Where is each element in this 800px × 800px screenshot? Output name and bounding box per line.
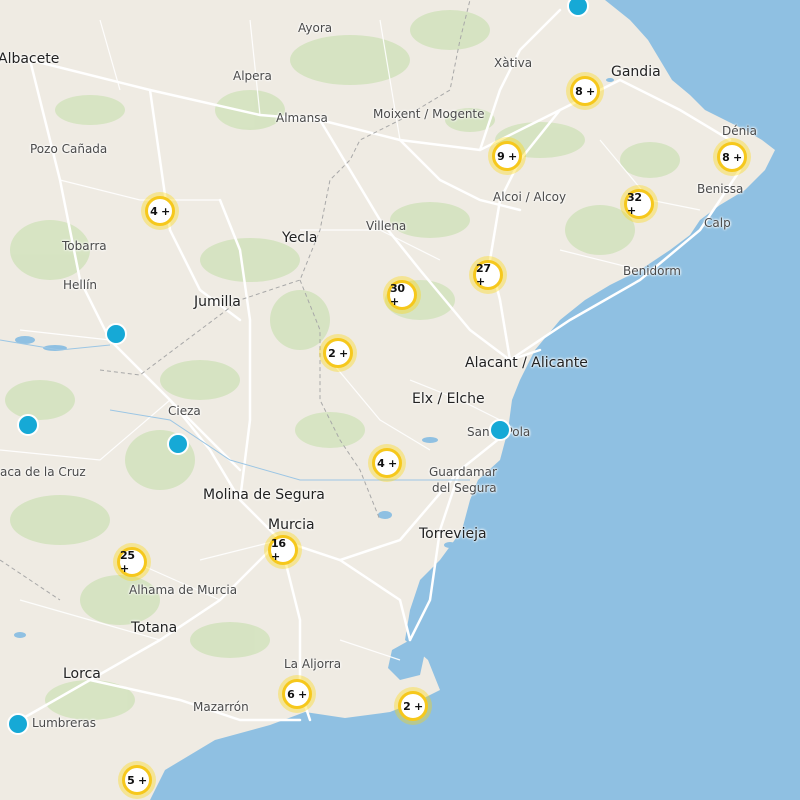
place-label: Yecla bbox=[282, 230, 318, 246]
location-marker[interactable] bbox=[167, 433, 189, 455]
cluster-count: 2 + bbox=[403, 699, 423, 713]
place-label: Dénia bbox=[722, 124, 757, 138]
marker-cluster[interactable]: 8 + bbox=[566, 72, 604, 110]
place-label: Mazarrón bbox=[193, 700, 249, 714]
cluster-count: 25 + bbox=[120, 549, 135, 575]
place-label: Benissa bbox=[697, 182, 744, 196]
cluster-count: 5 + bbox=[127, 773, 147, 787]
place-label: Xàtiva bbox=[494, 56, 533, 70]
marker-cluster[interactable]: 2 + bbox=[394, 687, 432, 725]
marker-cluster[interactable]: 2 + bbox=[319, 334, 357, 372]
place-label: Totana bbox=[131, 620, 178, 636]
place-label: Moixent / Mogente bbox=[373, 107, 485, 121]
place-label: Tobarra bbox=[62, 239, 107, 253]
place-label: Molina de Segura bbox=[203, 487, 325, 503]
cluster-count: 8 + bbox=[575, 84, 595, 98]
place-label: Alcoi / Alcoy bbox=[493, 190, 567, 204]
place-label: del Segura bbox=[432, 481, 497, 495]
location-marker[interactable] bbox=[7, 713, 29, 735]
place-label: Guardamar bbox=[429, 465, 497, 479]
marker-cluster[interactable]: 27 + bbox=[469, 256, 507, 294]
place-label: Cieza bbox=[168, 404, 201, 418]
place-label: Ayora bbox=[298, 21, 333, 35]
cluster-count: 2 + bbox=[328, 346, 348, 360]
place-label: La Aljorra bbox=[284, 657, 342, 671]
cluster-count: 4 + bbox=[377, 456, 397, 470]
cluster-count: 30 + bbox=[390, 282, 405, 308]
cluster-count: 6 + bbox=[287, 687, 307, 701]
place-label: Alhama de Murcia bbox=[129, 583, 238, 597]
place-label: Jumilla bbox=[194, 294, 241, 310]
location-marker[interactable] bbox=[105, 323, 127, 345]
cluster-count: 8 + bbox=[722, 150, 742, 164]
cluster-count: 32 + bbox=[627, 191, 642, 217]
place-label: Alacant / Alicante bbox=[465, 355, 588, 371]
place-label: Murcia bbox=[268, 517, 315, 533]
cluster-count: 4 + bbox=[150, 204, 170, 218]
marker-cluster[interactable]: 8 + bbox=[713, 138, 751, 176]
marker-cluster[interactable]: 9 + bbox=[488, 137, 526, 175]
map-view[interactable]: Ayora Albacete Alpera Xàtiva Gandia Alma… bbox=[0, 0, 800, 800]
place-label: Alpera bbox=[233, 69, 272, 83]
location-marker[interactable] bbox=[17, 414, 39, 436]
place-label: Almansa bbox=[276, 111, 328, 125]
cluster-count: 27 + bbox=[476, 262, 491, 288]
place-label: Calp bbox=[704, 216, 731, 230]
place-label: Gandia bbox=[611, 64, 661, 80]
location-marker[interactable] bbox=[489, 419, 511, 441]
marker-cluster[interactable]: 16 + bbox=[264, 531, 302, 569]
place-label: Elx / Elche bbox=[412, 391, 485, 407]
cluster-count: 16 + bbox=[271, 537, 286, 563]
place-label: Lumbreras bbox=[32, 716, 96, 730]
place-label: Torrevieja bbox=[419, 526, 487, 542]
place-label: aca de la Cruz bbox=[0, 465, 86, 479]
marker-cluster[interactable]: 30 + bbox=[383, 276, 421, 314]
place-label: Villena bbox=[366, 219, 407, 233]
marker-cluster[interactable]: 25 + bbox=[113, 543, 151, 581]
marker-cluster[interactable]: 4 + bbox=[141, 192, 179, 230]
marker-cluster[interactable]: 32 + bbox=[620, 185, 658, 223]
place-label: Benidorm bbox=[623, 264, 681, 278]
marker-cluster[interactable]: 5 + bbox=[118, 761, 156, 799]
cluster-count: 9 + bbox=[497, 149, 517, 163]
place-label: Hellín bbox=[63, 278, 98, 292]
marker-cluster[interactable]: 4 + bbox=[368, 444, 406, 482]
place-label: Albacete bbox=[0, 51, 60, 67]
marker-cluster[interactable]: 6 + bbox=[278, 675, 316, 713]
place-label: Pozo Cañada bbox=[30, 142, 108, 156]
place-label: Lorca bbox=[63, 666, 101, 682]
